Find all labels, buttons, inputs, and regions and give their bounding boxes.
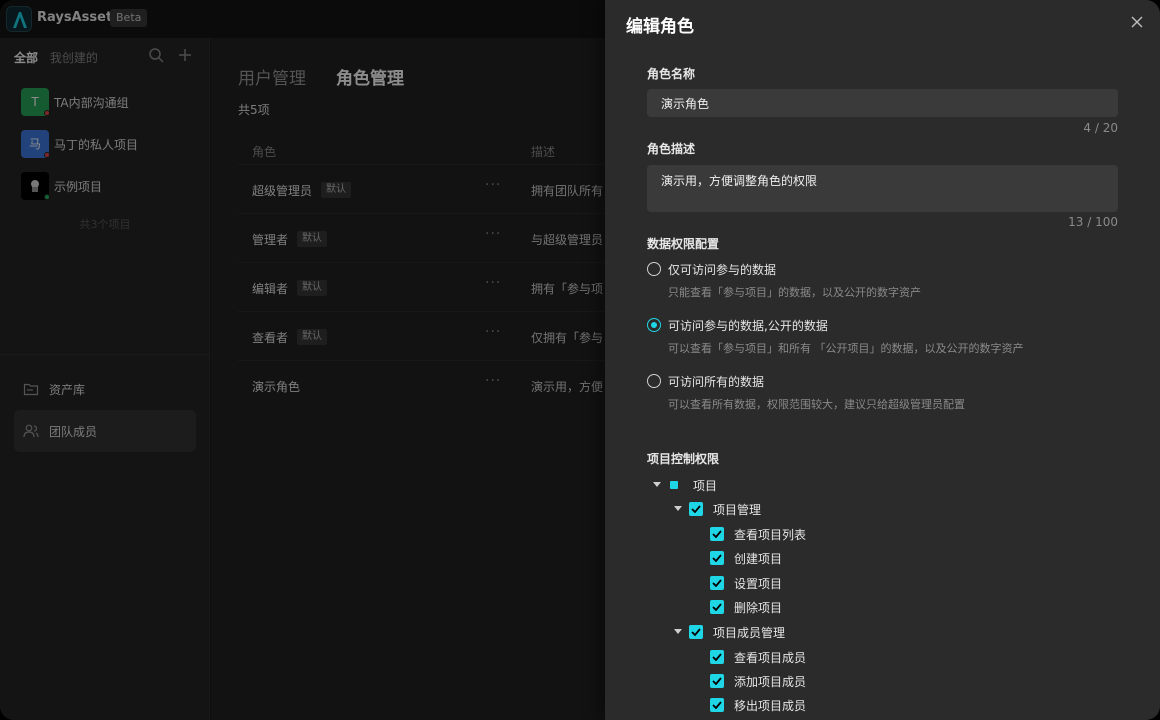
radio-label: 可访问所有的数据 [668, 375, 765, 389]
app-window: RaysAssets Beta 全部 我创建的 T TA内部沟通组 马 马丁的私… [0, 0, 1160, 720]
tree-label: 项目 [693, 479, 718, 493]
edit-role-drawer: 编辑角色 角色名称 4 / 20 角色描述 演示用，方便调整角色的权限 13 /… [605, 0, 1160, 720]
role-name-input[interactable] [647, 89, 1118, 117]
caret-down-icon[interactable] [653, 482, 661, 487]
caret-down-icon[interactable] [674, 506, 682, 511]
tree-label: 移出项目成员 [734, 699, 807, 713]
checkbox-checked[interactable] [710, 698, 724, 712]
radio-desc: 可以查看所有数据，权限范围较大，建议只给超级管理员配置 [668, 398, 965, 411]
data-permission-label: 数据权限配置 [647, 237, 720, 251]
checkbox-checked[interactable] [710, 527, 724, 541]
radio-desc: 只能查看「参与项目」的数据，以及公开的数字资产 [668, 286, 921, 299]
checkbox-checked[interactable] [710, 576, 724, 590]
checkbox-checked[interactable] [710, 600, 724, 614]
tree-label: 设置项目 [734, 577, 783, 591]
tree-label: 删除项目 [734, 601, 783, 615]
radio-label: 仅可访问参与的数据 [668, 263, 777, 277]
tree-label: 创建项目 [734, 552, 783, 566]
radio-desc: 可以查看「参与项目」和所有 「公开项目」的数据，以及公开的数字资产 [668, 342, 1024, 355]
tree-label: 项目成员管理 [713, 626, 786, 640]
tree-label: 项目管理 [713, 503, 762, 517]
checkbox-partial[interactable] [667, 478, 681, 492]
checkbox-checked[interactable] [689, 625, 703, 639]
checkbox-checked[interactable] [710, 650, 724, 664]
role-desc-label: 角色描述 [647, 142, 696, 156]
caret-down-icon[interactable] [674, 629, 682, 634]
tree-label: 查看项目成员 [734, 651, 807, 665]
checkbox-checked[interactable] [710, 674, 724, 688]
role-name-counter: 4 / 20 [1083, 121, 1118, 135]
radio-button[interactable] [647, 374, 661, 388]
tree-label: 查看项目列表 [734, 528, 807, 542]
role-desc-counter: 13 / 100 [1068, 215, 1118, 229]
radio-button-checked[interactable] [647, 318, 661, 332]
drawer-title: 编辑角色 [626, 17, 694, 37]
project-permission-label: 项目控制权限 [647, 452, 720, 466]
tree-label: 添加项目成员 [734, 675, 807, 689]
role-desc-textarea[interactable]: 演示用，方便调整角色的权限 [647, 165, 1118, 212]
close-icon[interactable] [1129, 14, 1145, 30]
radio-label: 可访问参与的数据,公开的数据 [668, 319, 828, 333]
radio-button[interactable] [647, 262, 661, 276]
checkbox-checked[interactable] [710, 551, 724, 565]
checkbox-checked[interactable] [689, 502, 703, 516]
role-name-label: 角色名称 [647, 67, 696, 81]
